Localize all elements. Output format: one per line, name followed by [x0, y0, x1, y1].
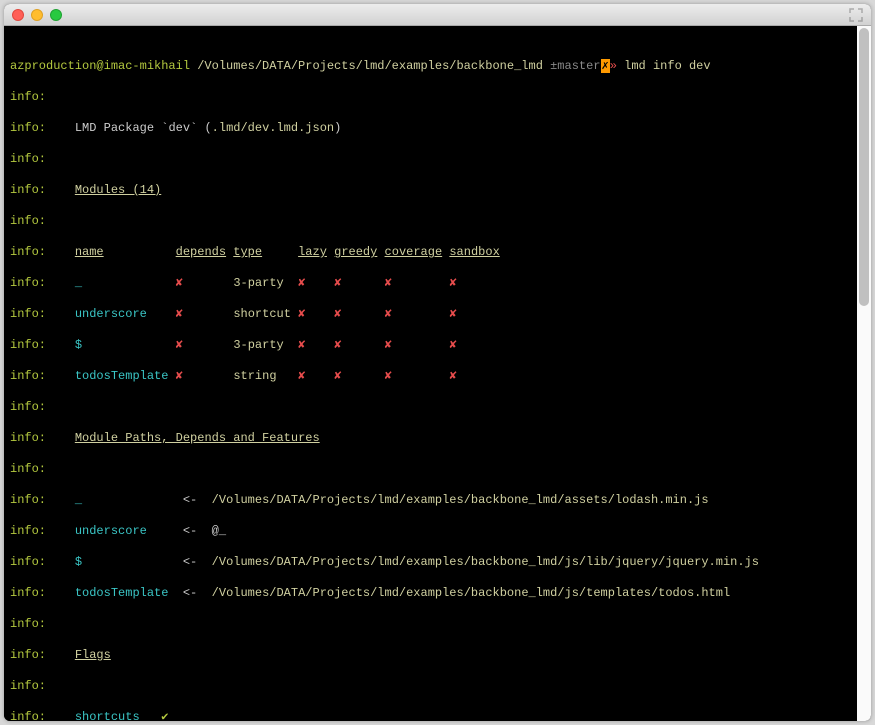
paths-depends-heading: Module Paths, Depends and Features — [75, 431, 320, 445]
table-row: info: _ ✘ 3-party ✘ ✘ ✘ ✘ — [10, 276, 865, 292]
scrollbar-thumb[interactable] — [859, 28, 869, 306]
titlebar — [4, 4, 871, 26]
scrollbar-track[interactable] — [857, 26, 871, 721]
fullscreen-icon[interactable] — [849, 8, 863, 22]
table-row: info: $ ✘ 3-party ✘ ✘ ✘ ✘ — [10, 338, 865, 354]
zoom-icon[interactable] — [50, 9, 62, 21]
table-header: info: name depends type lazy greedy cove… — [10, 245, 865, 261]
flags-heading: Flags — [75, 648, 111, 662]
terminal-window: azproduction@imac-mikhail /Volumes/DATA/… — [4, 4, 871, 721]
command-text: lmd info dev — [624, 59, 710, 73]
table-row: info: underscore ✘ shortcut ✘ ✘ ✘ ✘ — [10, 307, 865, 323]
prompt-line: azproduction@imac-mikhail /Volumes/DATA/… — [10, 59, 865, 75]
table-row: info: todosTemplate ✘ string ✘ ✘ ✘ ✘ — [10, 369, 865, 385]
close-icon[interactable] — [12, 9, 24, 21]
modules-heading: Modules (14) — [75, 183, 161, 197]
terminal-body[interactable]: azproduction@imac-mikhail /Volumes/DATA/… — [4, 26, 871, 721]
minimize-icon[interactable] — [31, 9, 43, 21]
